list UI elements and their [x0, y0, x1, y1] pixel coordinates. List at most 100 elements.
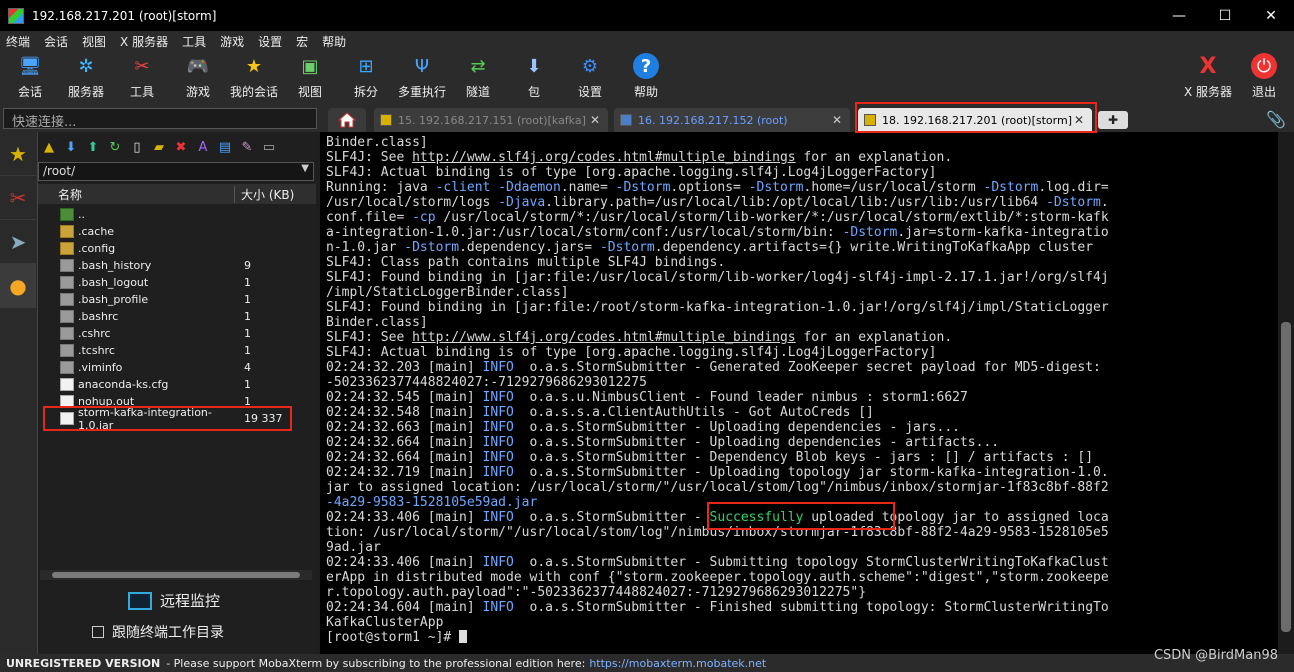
file-row[interactable]: ..	[38, 206, 316, 223]
tab-row: 快速连接... 15. 192.168.217.151 (root)[kafka…	[0, 106, 1294, 132]
permissions-icon[interactable]: ✎	[238, 138, 256, 156]
properties-icon[interactable]: ▤	[216, 138, 234, 156]
new-file-icon[interactable]: ▯	[128, 138, 146, 156]
file-row[interactable]: .bash_history 9	[38, 257, 316, 274]
close-button[interactable]: ✕	[1248, 0, 1294, 31]
path-input[interactable]: /root/ ▼	[38, 162, 314, 181]
file-row[interactable]: .tcshrc 1	[38, 342, 316, 359]
file-row[interactable]: anaconda-ks.cfg 1	[38, 376, 316, 393]
scrollbar-thumb[interactable]	[52, 572, 300, 578]
session-button[interactable]: 🖥 会话	[2, 53, 58, 100]
quick-connect-input[interactable]: 快速连接...	[3, 108, 317, 130]
new-tab-button[interactable]: ✚	[1098, 111, 1128, 129]
remote-monitoring-button[interactable]: 远程监控	[128, 590, 220, 611]
packages-button[interactable]: ⬇ 包	[506, 53, 562, 100]
size-column-header[interactable]: 大小 (KB)	[234, 185, 294, 203]
terminal-scrollbar[interactable]	[1278, 132, 1294, 654]
terminal-line: -5023362377448824027:-712927968629301227…	[326, 375, 647, 390]
home-tab[interactable]	[328, 108, 366, 132]
paperclip-icon[interactable]: 📎	[1266, 110, 1286, 129]
menu-sessions[interactable]: 会话	[44, 33, 68, 50]
delete-icon[interactable]: ✖	[172, 138, 190, 156]
terminal-link[interactable]: http://www.slf4j.org/codes.html#multiple…	[412, 330, 796, 345]
file-row[interactable]: .bash_logout 1	[38, 274, 316, 291]
minimize-button[interactable]: —	[1156, 0, 1202, 31]
rename-icon[interactable]: A	[194, 138, 212, 156]
highlight-box-jar-file	[43, 406, 292, 431]
file-row[interactable]: .cshrc 1	[38, 325, 316, 342]
servers-button[interactable]: ✲ 服务器	[58, 53, 114, 100]
title-bar: 192.168.217.201 (root)[storm] — ☐ ✕	[0, 0, 1294, 31]
shell-prompt[interactable]: [root@storm1 ~]#	[326, 630, 1272, 645]
follow-terminal-checkbox[interactable]: 跟随终端工作目录	[92, 622, 224, 642]
terminal-line: SLF4J: Actual binding is of type [org.ap…	[326, 345, 937, 360]
tunnel-button[interactable]: ⇄ 隧道	[450, 53, 506, 100]
menu-xserver[interactable]: X 服务器	[120, 33, 168, 50]
terminal-line: r.topology.auth.payload":"-5023362377448…	[326, 585, 867, 600]
help-button[interactable]: ? 帮助	[618, 53, 674, 100]
file-row[interactable]: .bash_profile 1	[38, 291, 316, 308]
terminal-line: /usr/local/storm/logs -Djava.library.pat…	[326, 195, 1109, 210]
download-icon[interactable]: ⬇	[62, 138, 80, 156]
split-button[interactable]: ⊞ 拆分	[338, 53, 394, 100]
exit-button[interactable]: ⏻ 退出	[1236, 53, 1292, 100]
menu-bar: 终端 会话 视图 X 服务器 工具 游戏 设置 宏 帮助	[0, 31, 1294, 51]
tab-152[interactable]: 16. 192.168.217.152 (root) ✕	[614, 108, 850, 132]
send-icon[interactable]: ➤	[0, 220, 36, 264]
refresh-icon[interactable]: ↻	[106, 138, 124, 156]
tab-close-icon[interactable]: ✕	[832, 113, 842, 127]
file-row[interactable]: .config	[38, 240, 316, 257]
checkbox[interactable]	[92, 626, 104, 638]
menu-games[interactable]: 游戏	[220, 33, 244, 50]
file-icon	[60, 293, 74, 306]
sftp-icon[interactable]: ●	[0, 264, 36, 308]
upload-icon[interactable]: ⬆	[84, 138, 102, 156]
new-folder-icon[interactable]: ▰	[150, 138, 168, 156]
name-column-header[interactable]: 名称	[38, 186, 234, 203]
file-row[interactable]: .bashrc 1	[38, 308, 316, 325]
terminal-line: 02:24:34.604 [main] INFO o.a.s.StormSubm…	[326, 600, 1109, 615]
sessions-star-icon[interactable]: ★	[0, 132, 36, 176]
games-button[interactable]: 🎮 游戏	[170, 53, 226, 100]
terminal-line: KafkaClusterApp	[326, 615, 444, 630]
view-button[interactable]: ▣ 视图	[282, 53, 338, 100]
terminal-line: 02:24:32.664 [main] INFO o.a.s.StormSubm…	[326, 435, 1000, 450]
horizontal-scrollbar[interactable]	[40, 570, 312, 580]
file-icon	[60, 276, 74, 289]
menu-settings[interactable]: 设置	[258, 33, 282, 50]
terminal-line: 02:24:32.663 [main] INFO o.a.s.StormSubm…	[326, 420, 960, 435]
multiexec-button[interactable]: Ψ 多重执行	[394, 53, 450, 100]
menu-macros[interactable]: 宏	[296, 33, 308, 50]
text-cursor	[459, 630, 468, 643]
file-row[interactable]: .cache	[38, 223, 316, 240]
file-row[interactable]: .viminfo 4	[38, 359, 316, 376]
file-icon	[60, 344, 74, 357]
menu-view[interactable]: 视图	[82, 33, 106, 50]
parent-folder-icon[interactable]: ▲	[40, 138, 58, 156]
chevron-down-icon[interactable]: ▼	[301, 163, 309, 174]
menu-tools[interactable]: 工具	[182, 33, 206, 50]
mobaxterm-link[interactable]: https://mobaxterm.mobatek.net	[589, 657, 766, 670]
settings-button[interactable]: ⚙ 设置	[562, 53, 618, 100]
toolbar: 🖥 会话 ✲ 服务器 ✂ 工具 🎮 游戏 ★ 我的会话 ▣ 视图 ⊞ 拆分 Ψ …	[0, 51, 1294, 106]
terminal-line: 02:24:33.406 [main] INFO o.a.s.StormSubm…	[326, 555, 1109, 570]
tools-button[interactable]: ✂ 工具	[114, 53, 170, 100]
menu-terminal[interactable]: 终端	[6, 33, 30, 50]
x-logo-icon: X	[1199, 53, 1217, 79]
file-icon	[60, 378, 74, 391]
menu-help[interactable]: 帮助	[322, 33, 346, 50]
gamepad-icon: 🎮	[186, 55, 210, 77]
xserver-button[interactable]: X X 服务器	[1180, 53, 1236, 100]
status-message: - Please support MobaXterm by subscribin…	[166, 656, 586, 670]
file-list-header: 名称 大小 (KB)	[38, 184, 316, 204]
terminal-icon[interactable]: ▭	[260, 138, 278, 156]
terminal-link[interactable]: http://www.slf4j.org/codes.html#multiple…	[412, 150, 796, 165]
terminal[interactable]: Binder.class] SLF4J: See http://www.slf4…	[320, 132, 1278, 654]
tools-side-icon[interactable]: ✂	[0, 176, 36, 220]
terminal-line: a-integration-1.0.jar:/usr/local/storm/c…	[326, 225, 1109, 240]
tab-kafka[interactable]: 15. 192.168.217.151 (root)[kafka] ✕	[374, 108, 608, 132]
my-sessions-button[interactable]: ★ 我的会话	[226, 53, 282, 100]
scrollbar-thumb[interactable]	[1281, 322, 1291, 632]
maximize-button[interactable]: ☐	[1202, 0, 1248, 31]
tab-close-icon[interactable]: ✕	[590, 113, 600, 127]
